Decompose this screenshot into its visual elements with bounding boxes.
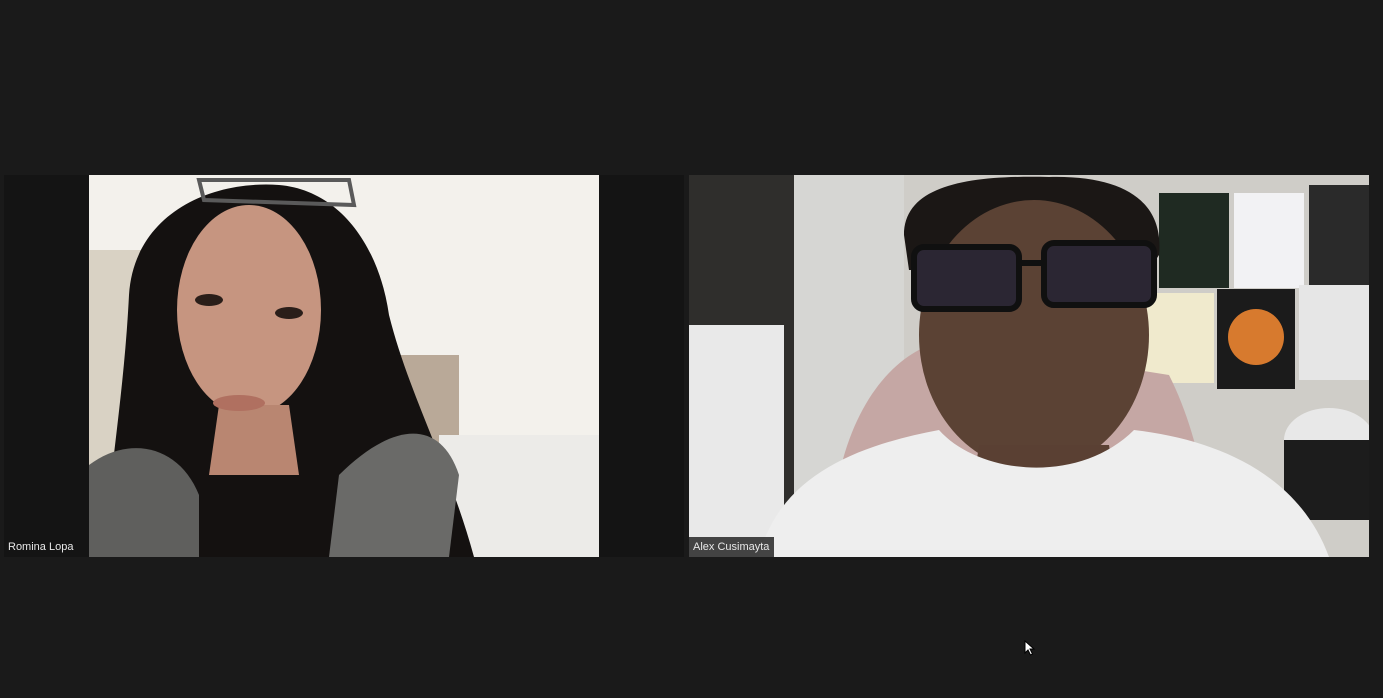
- meeting-gallery-view: Romina Lopa Alex Cusimayta: [0, 0, 1383, 698]
- participant-video-alex: [689, 175, 1369, 557]
- participant-tile-alex[interactable]: Alex Cusimayta: [689, 175, 1369, 557]
- participant-name-label: Romina Lopa: [4, 537, 79, 557]
- video-frame-alex: [689, 175, 1369, 557]
- mouse-pointer-icon: [1024, 640, 1036, 656]
- participant-tile-romina[interactable]: Romina Lopa: [4, 175, 684, 557]
- participant-video-romina: [89, 175, 599, 557]
- video-frame-romina: [89, 175, 599, 557]
- participant-name-label: Alex Cusimayta: [689, 537, 775, 557]
